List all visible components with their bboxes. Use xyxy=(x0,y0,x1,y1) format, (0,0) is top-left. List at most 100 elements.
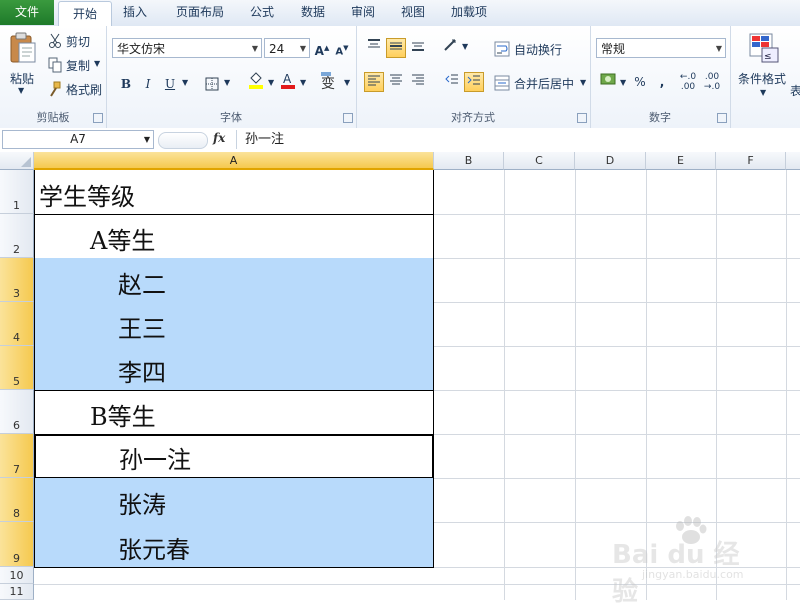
paste-dropdown-icon[interactable]: ▼ xyxy=(18,86,24,95)
align-middle-button[interactable] xyxy=(386,38,406,58)
alignment-launcher-icon[interactable] xyxy=(577,113,587,123)
tab-formulas[interactable]: 公式 xyxy=(245,0,279,25)
cell-a6[interactable]: B等生 xyxy=(34,390,434,435)
watermark-url: jingyan.baidu.com xyxy=(642,568,744,581)
font-size-select[interactable]: 24 ▼ xyxy=(264,38,310,58)
number-launcher-icon[interactable] xyxy=(717,113,727,123)
cell-a3[interactable]: 赵二 xyxy=(34,258,434,303)
tab-file[interactable]: 文件 xyxy=(0,0,54,25)
align-left-button[interactable] xyxy=(364,72,384,92)
wrap-text-button[interactable]: 自动换行 xyxy=(494,40,588,58)
underline-dropdown-icon[interactable]: ▼ xyxy=(182,78,188,87)
phonetic-button[interactable]: 变 xyxy=(318,72,342,92)
cell-a4[interactable]: 王三 xyxy=(34,302,434,347)
row-header-3[interactable]: 3 xyxy=(0,258,34,302)
align-center-button[interactable] xyxy=(386,72,406,92)
formula-input[interactable]: 孙一注 xyxy=(236,130,800,149)
column-header-d[interactable]: D xyxy=(575,152,646,170)
insert-function-button[interactable]: fx xyxy=(213,131,225,145)
tab-view[interactable]: 视图 xyxy=(396,0,430,25)
align-top-button[interactable] xyxy=(364,38,384,58)
tab-insert[interactable]: 插入 xyxy=(118,0,152,25)
percent-button[interactable]: % xyxy=(630,72,650,92)
italic-button[interactable]: I xyxy=(138,74,158,94)
font-launcher-icon[interactable] xyxy=(343,113,353,123)
column-header-a[interactable]: A xyxy=(34,152,434,170)
cell-a9[interactable]: 张元春 xyxy=(34,522,434,568)
ribbon-tab-bar: 文件 开始 插入 页面布局 公式 数据 审阅 视图 加载项 xyxy=(0,0,800,27)
row-header-10[interactable]: 10 xyxy=(0,567,34,584)
tab-home[interactable]: 开始 xyxy=(58,1,112,27)
increase-decimal-button[interactable]: ←.0.00 xyxy=(678,72,698,92)
column-header-f[interactable]: F xyxy=(716,152,786,170)
font-name-select[interactable]: 华文仿宋 ▼ xyxy=(112,38,262,58)
row-header-7[interactable]: 7 xyxy=(0,434,34,478)
font-color-button[interactable]: A xyxy=(278,72,298,92)
accounting-dropdown-icon[interactable]: ▼ xyxy=(620,78,626,87)
cell-a7-active[interactable]: 孙一注 xyxy=(34,434,434,479)
row-header-1[interactable]: 1 xyxy=(0,170,34,214)
row-header-2[interactable]: 2 xyxy=(0,214,34,258)
svg-text:A: A xyxy=(283,72,292,86)
paste-button[interactable]: 粘贴 ▼ xyxy=(4,30,42,100)
select-all-button[interactable] xyxy=(0,152,34,170)
row-number: 9 xyxy=(13,552,20,565)
tab-addins[interactable]: 加载项 xyxy=(446,0,492,25)
align-bottom-button[interactable] xyxy=(408,38,428,58)
column-header-c[interactable]: C xyxy=(504,152,575,170)
cell-a2[interactable]: A等生 xyxy=(34,214,434,259)
increase-font-size-button[interactable]: A▲ xyxy=(312,38,332,58)
row-header-5[interactable]: 5 xyxy=(0,346,34,390)
conditional-format-dropdown-icon[interactable]: ▼ xyxy=(760,88,766,97)
borders-button[interactable] xyxy=(202,74,222,94)
align-left-icon xyxy=(368,75,380,86)
cell-a5[interactable]: 李四 xyxy=(34,346,434,391)
fill-color-button[interactable] xyxy=(246,72,266,92)
format-as-table-partial[interactable]: 表 xyxy=(790,82,800,99)
baidu-watermark: Bai du 经验 jingyan.baidu.com xyxy=(612,516,762,607)
row-number: 7 xyxy=(13,463,20,476)
tab-review[interactable]: 审阅 xyxy=(346,0,380,25)
format-painter-button[interactable]: 格式刷 xyxy=(48,80,104,98)
cell-a8[interactable]: 张涛 xyxy=(34,478,434,523)
conditional-format-button[interactable]: ≤ 条件格式 ▼ xyxy=(734,30,796,106)
borders-dropdown-icon[interactable]: ▼ xyxy=(224,78,230,87)
merge-cells-icon xyxy=(494,75,510,91)
decrease-decimal-button[interactable]: .00 →.0 xyxy=(702,72,722,92)
comma-button[interactable]: , xyxy=(652,72,672,92)
merge-center-button[interactable]: 合并后居中 ▼ xyxy=(494,74,588,92)
formula-bar-splitter[interactable] xyxy=(158,132,208,149)
bold-button[interactable]: B xyxy=(116,74,136,94)
row-header-8[interactable]: 8 xyxy=(0,478,34,522)
clipboard-launcher-icon[interactable] xyxy=(93,113,103,123)
cut-button[interactable]: 剪切 xyxy=(48,32,100,50)
decrease-indent-button[interactable] xyxy=(442,72,462,92)
cell-a1[interactable]: 学生等级 xyxy=(34,170,434,215)
row-header-9[interactable]: 9 xyxy=(0,522,34,567)
decrease-font-size-button[interactable]: A▼ xyxy=(332,38,352,58)
tab-page-layout[interactable]: 页面布局 xyxy=(170,0,230,25)
row-header-11[interactable]: 11 xyxy=(0,584,34,600)
merge-dropdown-icon[interactable]: ▼ xyxy=(580,78,586,87)
accounting-format-button[interactable] xyxy=(598,72,618,92)
column-header-e[interactable]: E xyxy=(646,152,716,170)
fill-color-dropdown-icon[interactable]: ▼ xyxy=(268,78,274,87)
font-color-dropdown-icon[interactable]: ▼ xyxy=(300,78,306,87)
row-number: 1 xyxy=(13,199,20,212)
row-header-6[interactable]: 6 xyxy=(0,390,34,434)
copy-button[interactable]: 复制 ▼ xyxy=(48,56,104,74)
align-right-button[interactable] xyxy=(408,72,428,92)
name-box[interactable]: A7 ▼ xyxy=(2,130,154,149)
increase-indent-button[interactable] xyxy=(464,72,484,92)
copy-dropdown-icon[interactable]: ▼ xyxy=(94,59,100,68)
phonetic-dropdown-icon[interactable]: ▼ xyxy=(344,78,350,87)
orientation-dropdown-icon[interactable]: ▼ xyxy=(462,42,468,51)
number-format-select[interactable]: 常规 ▼ xyxy=(596,38,726,58)
orientation-button[interactable] xyxy=(442,38,462,58)
column-header-g-partial[interactable] xyxy=(786,152,800,170)
tab-data[interactable]: 数据 xyxy=(296,0,330,25)
column-header-b[interactable]: B xyxy=(434,152,504,170)
row-header-4[interactable]: 4 xyxy=(0,302,34,346)
underline-button[interactable]: U xyxy=(160,74,180,94)
font-color-icon: A xyxy=(281,72,295,89)
